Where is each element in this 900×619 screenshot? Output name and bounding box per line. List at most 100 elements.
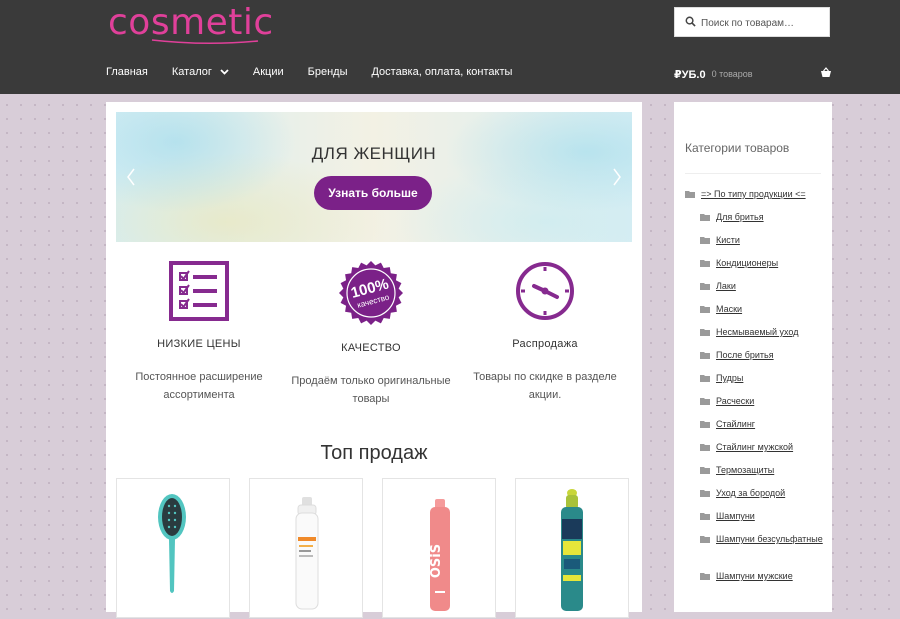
categories-sidebar: Категории товаров => По типу продукции <… — [674, 102, 832, 612]
category-link[interactable]: Лаки — [700, 280, 824, 293]
nav-item-sales[interactable]: Акции — [253, 66, 284, 78]
folder-icon — [700, 329, 710, 336]
hairspray-green-image — [561, 489, 583, 611]
folder-icon — [700, 573, 710, 580]
hero-slider: ДЛЯ ЖЕНЩИН Узнать больше — [116, 112, 632, 242]
folder-icon — [700, 214, 710, 221]
nav-item-brands[interactable]: Бренды — [308, 66, 348, 78]
checklist-icon — [169, 261, 229, 321]
folder-icon — [685, 191, 695, 198]
feature-title: НИЗКИЕ ЦЕНЫ — [157, 338, 241, 350]
category-label: Термозащиты — [716, 465, 775, 475]
category-label: Шампуни безсульфатные — [716, 534, 823, 544]
folder-icon — [700, 398, 710, 405]
section-title-top-sales: Топ продаж — [320, 442, 428, 464]
nav-label: Главная — [106, 66, 148, 78]
category-link[interactable]: Для бритья — [700, 211, 824, 224]
category-link[interactable]: Расчески — [700, 395, 824, 408]
folder-icon — [700, 513, 710, 520]
cart-total: ₽УБ.0 — [674, 68, 706, 81]
folder-icon — [700, 283, 710, 290]
category-link[interactable]: Стайлинг мужской — [700, 441, 824, 454]
nav-item-home[interactable]: Главная — [106, 66, 148, 78]
nav-label: Каталог — [171, 66, 212, 78]
search-box[interactable] — [674, 7, 830, 37]
category-label: После бритья — [716, 350, 774, 360]
folder-icon — [700, 490, 710, 497]
category-label: Маски — [716, 304, 743, 314]
nav-item-delivery[interactable]: Доставка, оплата, контакты — [371, 66, 512, 78]
product-card[interactable] — [116, 478, 230, 618]
nav-item-catalog[interactable]: Каталог — [172, 66, 229, 78]
category-link[interactable]: Маски — [700, 303, 824, 316]
hero-title: ДЛЯ ЖЕНЩИН — [311, 144, 437, 163]
category-label: Стайлинг мужской — [716, 442, 794, 452]
category-label: Лаки — [716, 281, 736, 291]
nav-label: Акции — [252, 66, 284, 78]
svg-text:OSiS: OSiS — [429, 544, 444, 578]
search-input[interactable] — [699, 12, 829, 34]
category-label: Шампуни — [716, 511, 755, 521]
sidebar-title: Категории товаров — [685, 141, 790, 155]
folder-icon — [700, 260, 710, 267]
category-label: Кисти — [716, 235, 740, 245]
category-link[interactable]: Кисти — [700, 234, 824, 247]
category-link[interactable]: Кондиционеры — [700, 257, 824, 270]
product-card[interactable] — [249, 478, 363, 618]
feature-title: КАЧЕСТВО — [341, 342, 401, 354]
folder-icon — [700, 352, 710, 359]
chevron-right-icon[interactable] — [612, 168, 622, 186]
category-label: Шампуни мужские — [716, 571, 793, 581]
hair-brush-image — [158, 494, 186, 593]
category-link[interactable]: После бритья — [700, 349, 824, 362]
category-link[interactable]: Шампуни мужские — [700, 570, 824, 583]
chevron-down-icon — [220, 69, 229, 75]
feature-description: Продаём только оригинальные товары — [291, 375, 451, 405]
folder-icon — [700, 536, 710, 543]
nav-label: Доставка, оплата, контакты — [371, 66, 513, 78]
product-card[interactable] — [515, 478, 629, 618]
feature-quality: 100% качество КАЧЕСТВО Продаём только ор… — [286, 260, 456, 408]
category-label: Несмываемый уход — [716, 327, 799, 337]
mousse-bottle-image — [295, 497, 319, 610]
cart-link[interactable]: ₽УБ.0 0 товаров — [674, 66, 832, 82]
feature-description: Постоянное расширение ассортимента — [135, 371, 263, 401]
category-link[interactable]: Шампуни — [700, 510, 824, 523]
logo-swash-icon — [151, 39, 259, 45]
folder-icon — [700, 421, 710, 428]
feature-low-prices: НИЗКИЕ ЦЕНЫ Постоянное расширение ассорт… — [114, 260, 284, 404]
category-link[interactable]: Термозащиты — [700, 464, 824, 477]
product-card[interactable]: OSiS — [382, 478, 496, 618]
feature-sale: Распродажа Товары по скидке в разделе ак… — [460, 260, 630, 404]
site-header: cosmetic Главная Каталог Акции Бренды До… — [0, 0, 900, 94]
feature-title: Распродажа — [512, 338, 578, 350]
category-link[interactable]: => По типу продукции <= — [685, 188, 809, 201]
nav-label: Бренды — [307, 66, 348, 78]
folder-icon — [700, 375, 710, 382]
category-label: Пудры — [716, 373, 744, 383]
search-icon — [685, 16, 696, 27]
cart-count: 0 товаров — [711, 69, 753, 79]
folder-icon — [700, 467, 710, 474]
main-nav: Главная Каталог Акции Бренды Доставка, о… — [106, 66, 536, 78]
category-label: => По типу продукции <= — [701, 189, 806, 199]
folder-icon — [700, 237, 710, 244]
sidebar-divider — [685, 173, 821, 174]
category-link[interactable]: Шампуни безсульфатные — [700, 533, 824, 546]
main-content: ДЛЯ ЖЕНЩИН Узнать больше НИЗКИЕ ЦЕНЫ Пос… — [106, 102, 642, 618]
category-label: Уход за бородой — [716, 488, 786, 498]
category-link[interactable]: Несмываемый уход — [700, 326, 824, 339]
clock-icon — [516, 262, 574, 320]
folder-icon — [700, 306, 710, 313]
chevron-left-icon[interactable] — [126, 168, 136, 186]
category-link[interactable]: Стайлинг — [700, 418, 824, 431]
basket-icon — [821, 67, 831, 77]
category-label: Расчески — [716, 396, 755, 406]
category-link[interactable]: Уход за бородой — [700, 487, 824, 500]
category-label: Стайлинг — [716, 419, 756, 429]
category-label: Кондиционеры — [716, 258, 779, 268]
learn-more-button[interactable]: Узнать больше — [314, 176, 432, 210]
feature-description: Товары по скидке в разделе акции. — [473, 371, 617, 401]
category-link[interactable]: Пудры — [700, 372, 824, 385]
hairspray-pink-image: OSiS — [429, 499, 450, 611]
